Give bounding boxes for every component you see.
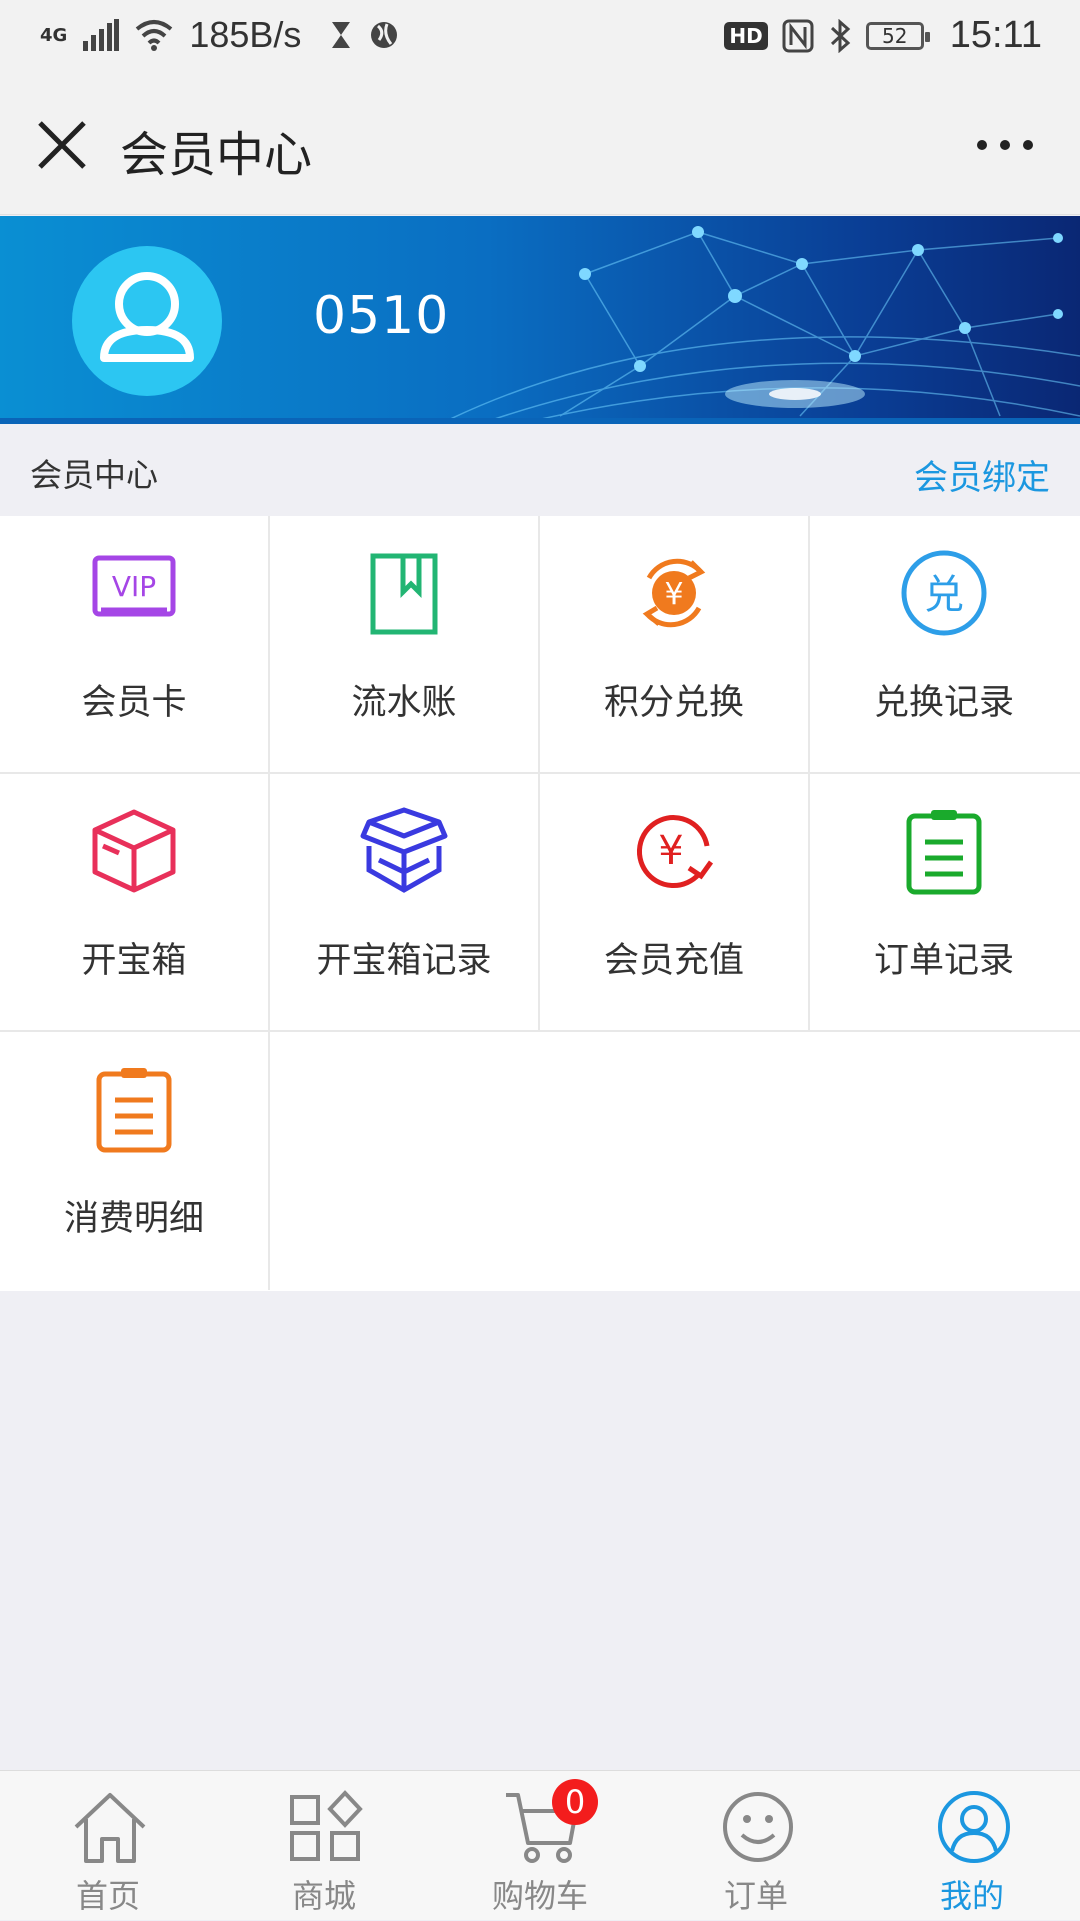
section-title: 会员中心 bbox=[30, 456, 159, 494]
section-header: 会员中心 会员绑定 bbox=[0, 426, 1080, 516]
bottom-nav: 首页 商城 0 购物车 订单 我的 bbox=[0, 1770, 1080, 1920]
clock: 15:11 bbox=[949, 14, 1042, 56]
nav-label: 商城 bbox=[291, 1877, 356, 1915]
nfc-icon bbox=[782, 19, 814, 52]
hourglass-icon bbox=[332, 22, 351, 48]
yen-exchange-icon: ¥ bbox=[642, 558, 706, 628]
hd-icon: HD bbox=[724, 21, 768, 50]
bluetooth-icon bbox=[830, 18, 850, 53]
grid-item-exchange-records[interactable]: 兑 兑换记录 bbox=[810, 516, 1078, 772]
svg-text:VIP: VIP bbox=[112, 570, 156, 603]
nav-item-mine[interactable]: 我的 bbox=[864, 1771, 1080, 1921]
more-options-icon[interactable] bbox=[970, 120, 1040, 170]
member-bind-link[interactable]: 会员绑定 bbox=[914, 450, 1050, 499]
wifi-icon bbox=[136, 20, 173, 51]
grid-item-label: 积分兑换 bbox=[603, 683, 744, 723]
svg-text:兑: 兑 bbox=[924, 572, 964, 618]
nav-label: 我的 bbox=[939, 1877, 1004, 1915]
grid-item-member-recharge[interactable]: ¥ 会员充值 bbox=[540, 774, 808, 1030]
title-bar: 会员中心 bbox=[0, 75, 1080, 215]
nav-label: 购物车 bbox=[491, 1877, 588, 1915]
grid-item-label: 会员充值 bbox=[603, 941, 744, 981]
network-type: 4G bbox=[40, 24, 68, 46]
grid-item-member-card[interactable]: VIP 会员卡 bbox=[0, 516, 268, 772]
profile-banner: 0510 bbox=[0, 216, 1080, 424]
close-icon[interactable] bbox=[32, 115, 92, 175]
grid-item-label: 开宝箱记录 bbox=[316, 941, 492, 981]
user-avatar-icon bbox=[100, 272, 194, 362]
nav-item-orders[interactable]: 订单 bbox=[648, 1771, 864, 1921]
svg-text:¥: ¥ bbox=[658, 828, 683, 874]
grid-item-label: 兑换记录 bbox=[873, 683, 1014, 723]
grid-item-label: 开宝箱 bbox=[81, 941, 187, 981]
grid-item-order-records[interactable]: 订单记录 bbox=[810, 774, 1078, 1030]
battery-icon: 52 bbox=[865, 21, 930, 50]
grid-item-label: 会员卡 bbox=[81, 683, 187, 723]
smile-icon bbox=[723, 1792, 793, 1862]
bookmark-book-icon bbox=[370, 553, 438, 635]
apps-icon bbox=[290, 1790, 363, 1861]
nav-item-mall[interactable]: 商城 bbox=[216, 1771, 432, 1921]
globe-icon bbox=[371, 22, 398, 48]
page-title: 会员中心 bbox=[120, 127, 313, 183]
svg-text:¥: ¥ bbox=[664, 577, 683, 612]
grid-item-open-box[interactable]: 开宝箱 bbox=[0, 774, 268, 1030]
vip-card-icon: VIP bbox=[92, 555, 176, 617]
nav-item-home[interactable]: 首页 bbox=[0, 1771, 216, 1921]
box-icon bbox=[92, 809, 176, 893]
grid-item-points-exchange[interactable]: ¥ 积分兑换 bbox=[540, 516, 808, 772]
avatar[interactable] bbox=[72, 246, 222, 396]
grid-item-label: 流水账 bbox=[351, 683, 457, 723]
grid-item-label: 消费明细 bbox=[63, 1199, 204, 1239]
grid-item-open-box-records[interactable]: 开宝箱记录 bbox=[270, 774, 538, 1030]
grid-item-consumption-details[interactable]: 消费明细 bbox=[0, 1032, 268, 1288]
grid-item-ledger[interactable]: 流水账 bbox=[270, 516, 538, 772]
home-icon bbox=[74, 1793, 146, 1863]
clipboard-list-icon bbox=[96, 1068, 172, 1153]
grid-item-label: 订单记录 bbox=[873, 941, 1014, 981]
user-icon bbox=[938, 1791, 1010, 1863]
grid-divider bbox=[0, 1030, 1080, 1032]
nav-item-cart[interactable]: 0 购物车 bbox=[432, 1771, 648, 1921]
nav-label: 首页 bbox=[75, 1877, 140, 1915]
clipboard-icon bbox=[906, 810, 982, 895]
exchange-circle-icon: 兑 bbox=[901, 550, 987, 636]
signal-icon bbox=[83, 19, 120, 51]
feature-grid: VIP 会员卡 流水账 ¥ 积分兑换 兑 兑换记录 开宝箱 开宝箱记录 ¥ 会员… bbox=[0, 516, 1080, 1291]
username: 0510 bbox=[313, 286, 450, 346]
grid-divider bbox=[268, 516, 270, 1290]
yen-recharge-icon: ¥ bbox=[636, 815, 714, 889]
network-speed: 185B/s bbox=[189, 14, 302, 55]
open-box-icon bbox=[360, 807, 448, 893]
nav-label: 订单 bbox=[723, 1877, 788, 1915]
cart-count-badge: 0 bbox=[552, 1779, 598, 1825]
status-bar: 4G 185B/s HD 52 15:11 bbox=[0, 0, 1080, 75]
grid-divider bbox=[0, 772, 1080, 774]
